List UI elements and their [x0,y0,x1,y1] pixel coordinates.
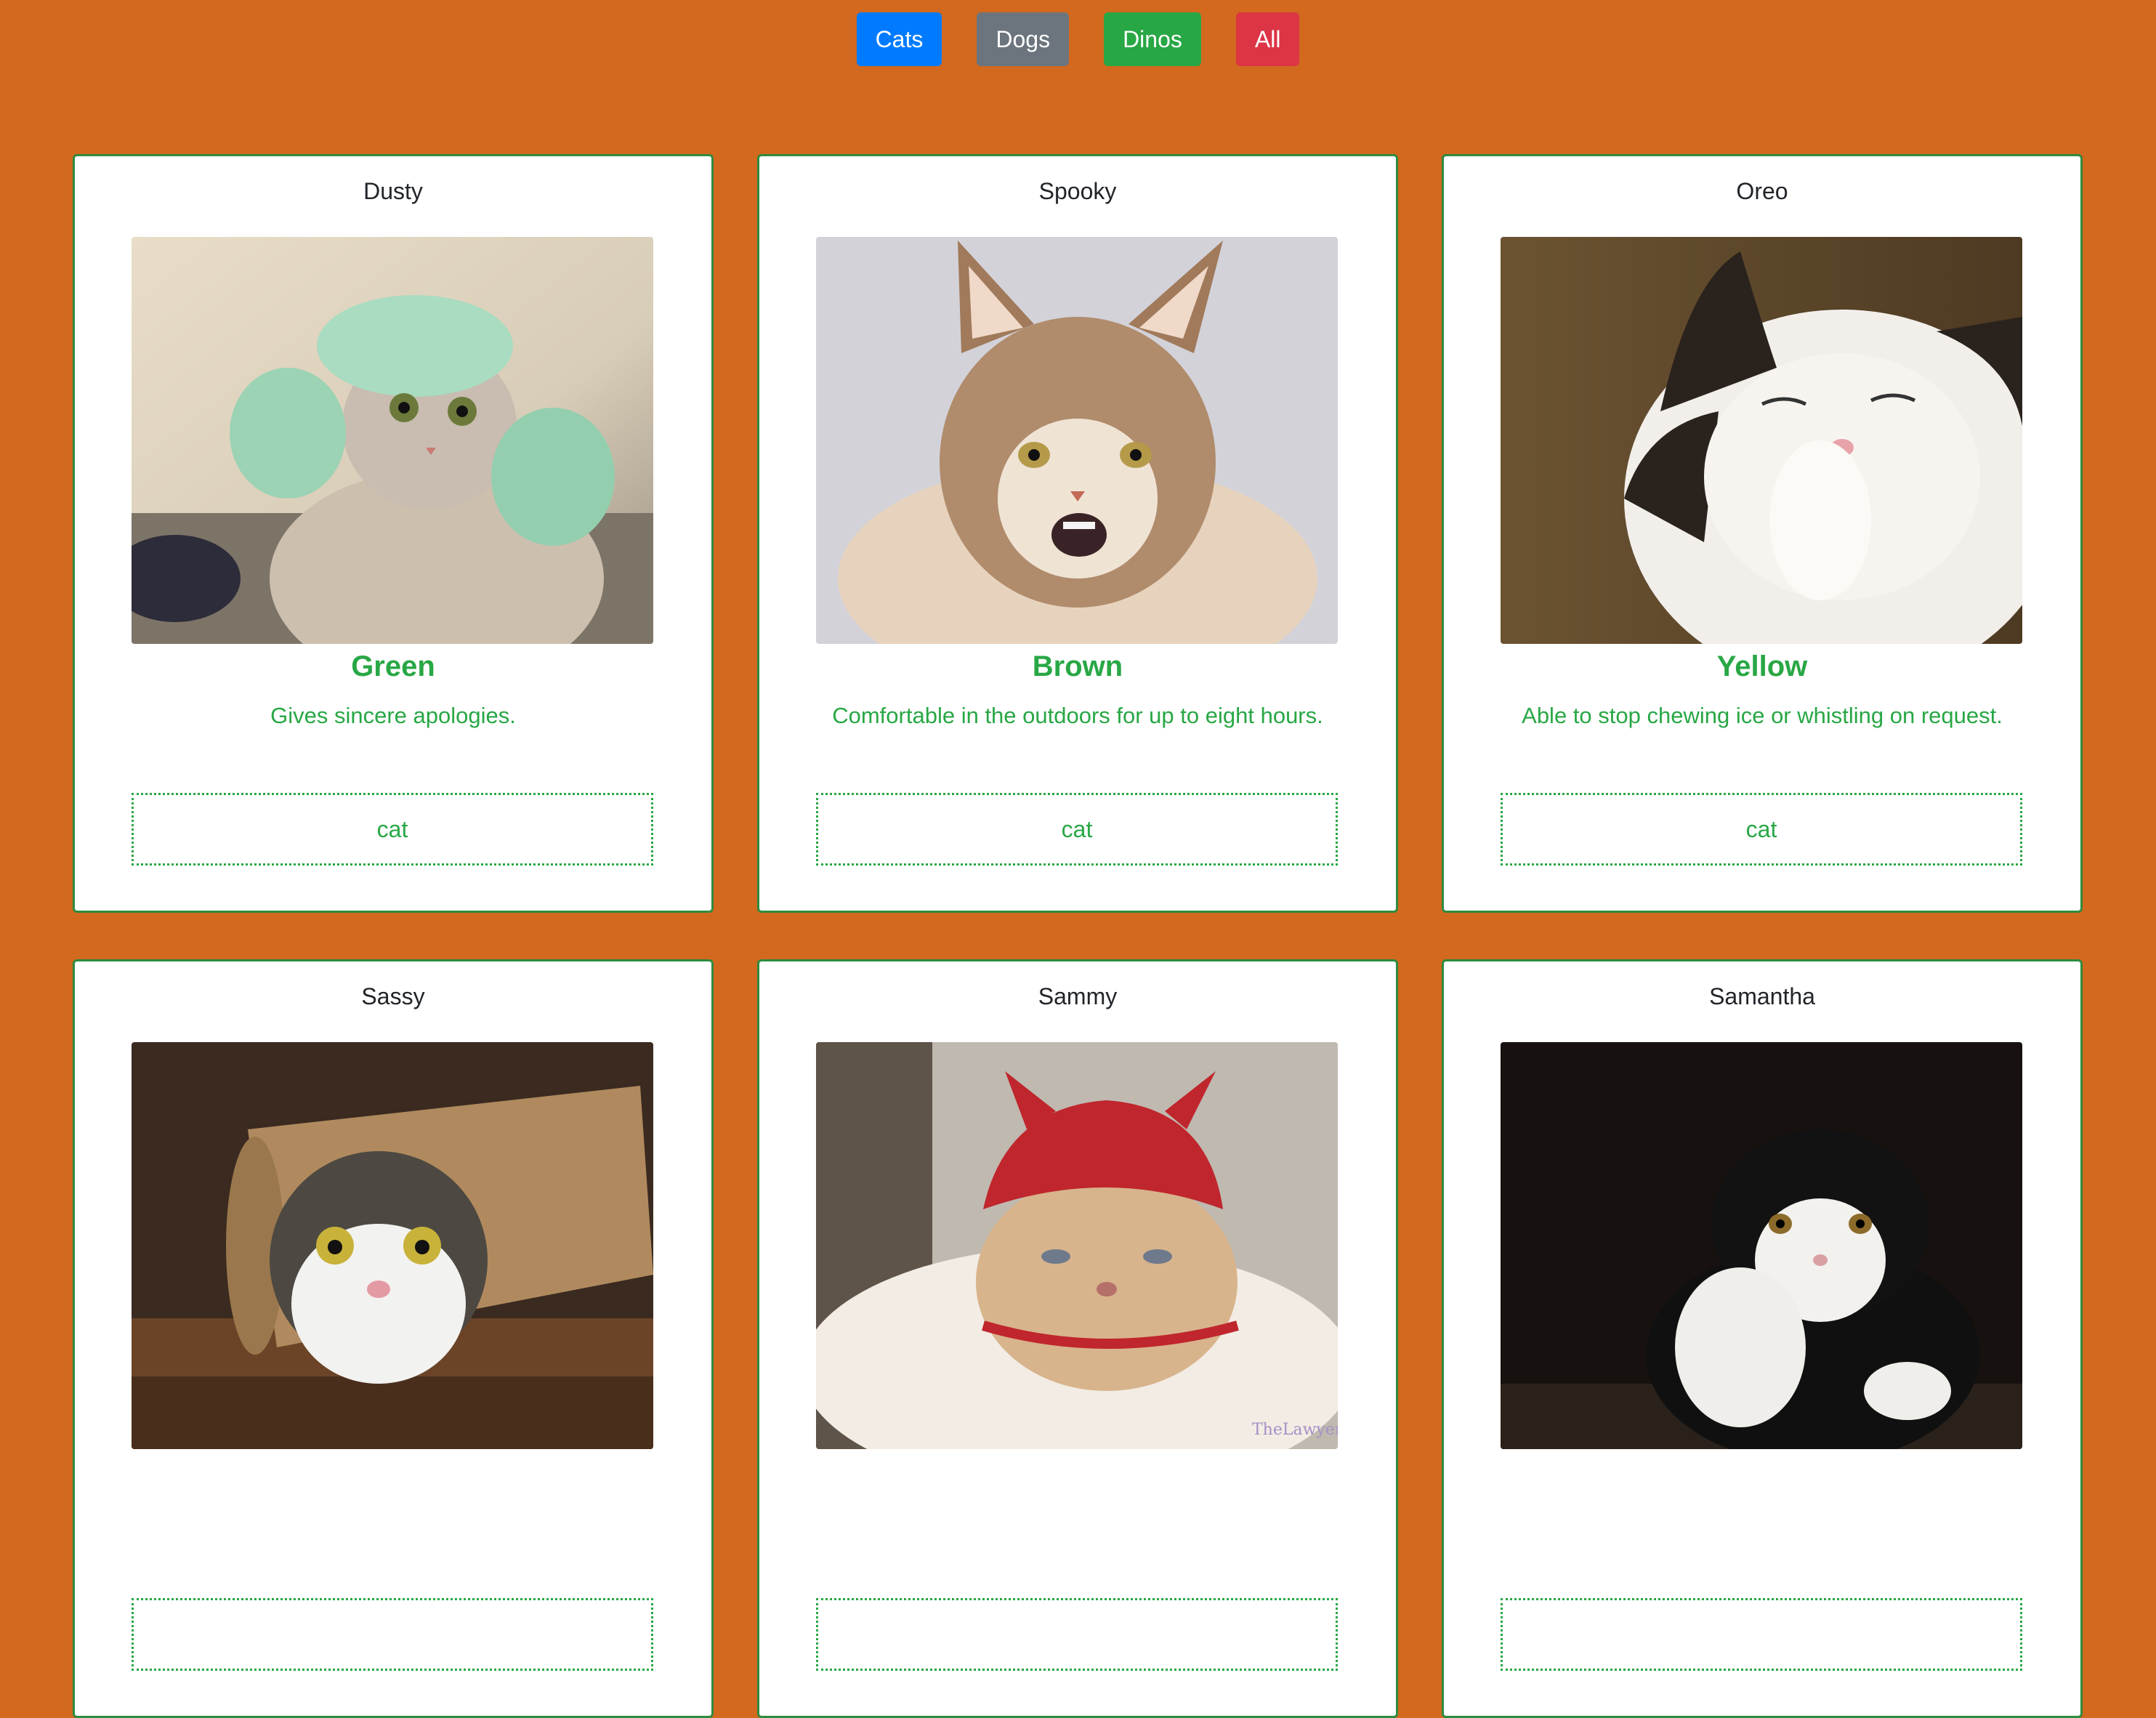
pet-description: Comfortable in the outdoors for up to ei… [832,703,1323,728]
filter-dinos-button[interactable]: Dinos [1104,12,1201,66]
cat-photo-image [816,237,1338,644]
card-grid: Dusty Green Gives sincere apologies. cat… [73,154,2083,1718]
pet-photo [132,1042,653,1449]
pet-name: Oreo [1736,178,1788,204]
pet-name: Samantha [1709,983,1815,1009]
pet-type-tag[interactable]: cat [1501,793,2022,866]
pet-description: Gives sincere apologies. [270,703,516,728]
pet-name: Spooky [1038,178,1117,204]
pet-name: Sassy [361,983,425,1009]
pet-card: Sassy [73,959,714,1718]
pet-card: Spooky Brown Comfortable in the outdoors… [757,154,1398,913]
pet-color: Green [351,650,435,682]
pet-name: Dusty [363,178,423,204]
cat-photo-image [132,237,653,644]
pet-photo [816,237,1338,644]
filter-all-button[interactable]: All [1235,12,1300,66]
cat-photo-image [132,1042,653,1449]
cat-photo-image: TheLawyer [816,1042,1338,1449]
pet-description: Able to stop chewing ice or whistling on… [1522,703,2003,728]
cat-photo-image [1501,237,2022,644]
pet-photo [1501,237,2022,644]
pet-type-tag[interactable] [816,1598,1338,1671]
pet-type-tag[interactable] [132,1598,653,1671]
pet-card: Dusty Green Gives sincere apologies. cat [73,154,714,913]
filter-bar: Cats Dogs Dinos All [0,12,2156,66]
pet-name: Sammy [1038,983,1118,1009]
filter-dogs-button[interactable]: Dogs [977,12,1070,66]
pet-photo: TheLawyer [816,1042,1338,1449]
pet-card: Samantha [1442,959,2083,1718]
pet-card: Oreo Yellow Able to stop chewing ice or … [1442,154,2083,913]
pet-type-tag[interactable]: cat [132,793,653,866]
pet-type-tag[interactable] [1501,1598,2022,1671]
pet-photo [132,237,653,644]
pet-photo [1501,1042,2022,1449]
photo-watermark: TheLawyer [1252,1421,1338,1439]
pet-color: Brown [1032,650,1123,682]
filter-cats-button[interactable]: Cats [856,12,942,66]
cat-photo-image [1501,1042,2022,1449]
pet-type-tag[interactable]: cat [816,793,1338,866]
pet-card: Sammy TheLawyer [757,959,1398,1718]
pet-color: Yellow [1716,650,1808,682]
